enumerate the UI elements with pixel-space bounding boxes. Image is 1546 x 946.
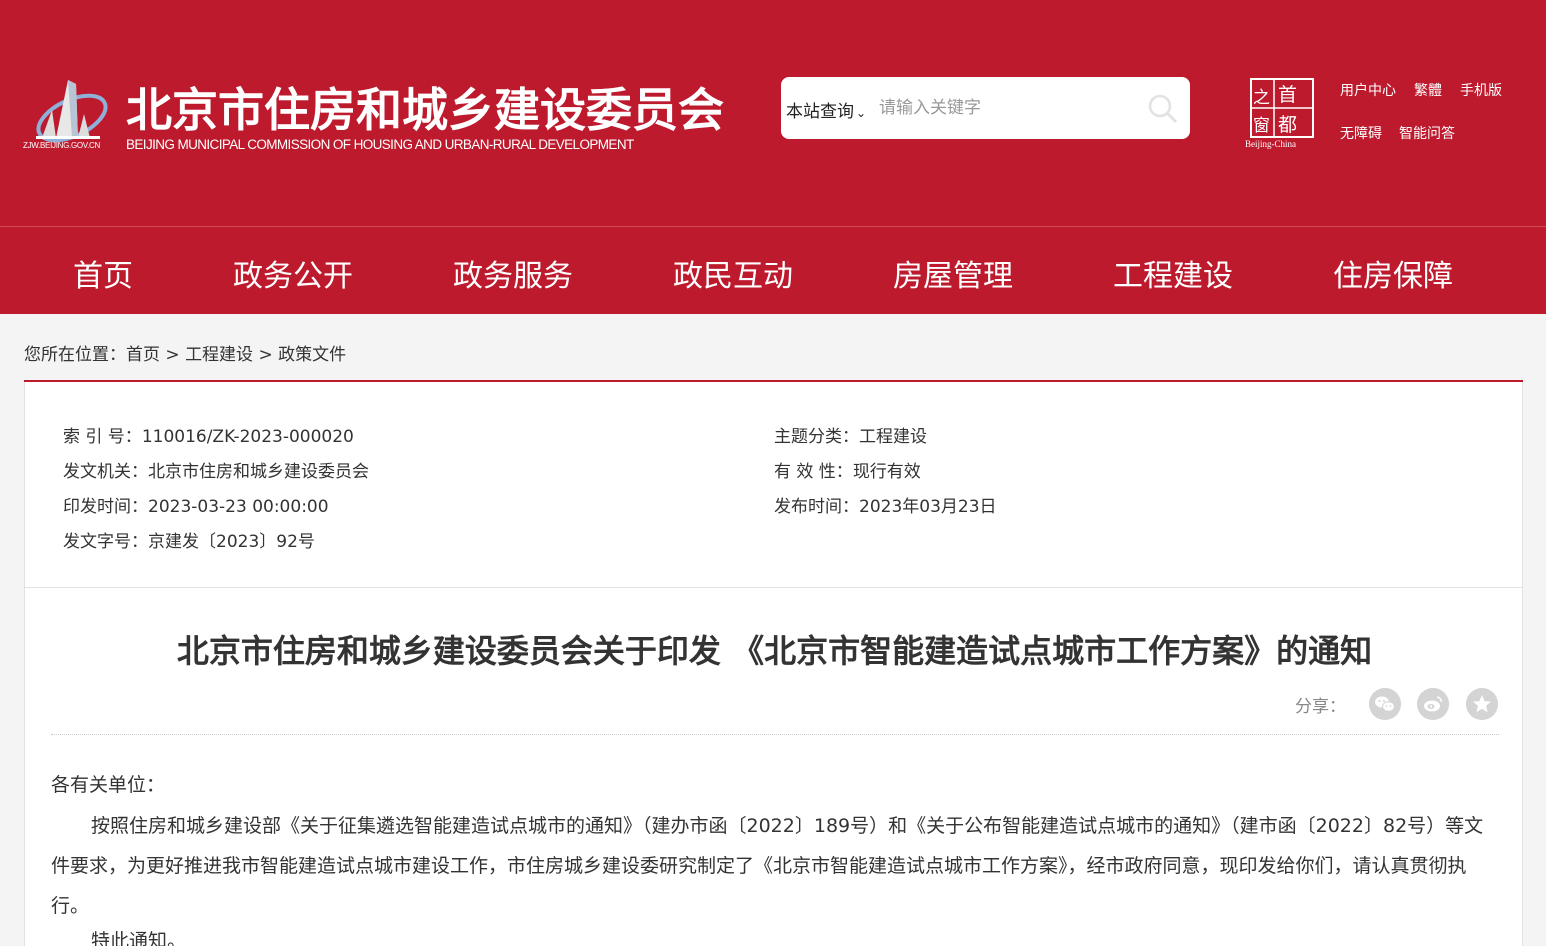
nav-item-housing-security[interactable]: 住房保障 <box>1333 251 1453 295</box>
search-icon[interactable] <box>1146 92 1180 126</box>
meta-value: 现行有效 <box>852 462 921 482</box>
meta-issuer: 发文机关：北京市住房和城乡建设委员会 <box>63 457 369 482</box>
favorite-icon[interactable] <box>1466 688 1498 720</box>
meta-validity: 有 效 性：现行有效 <box>774 457 921 482</box>
search-scope-select[interactable]: 本站查询 ⌄ <box>786 97 866 122</box>
capital-char-chuang: 窗 <box>1253 116 1270 136</box>
meta-label: 有 效 性： <box>774 462 853 482</box>
mobile-version-link[interactable]: 手机版 <box>1460 80 1502 100</box>
nav-item-gov-services[interactable]: 政务服务 <box>453 251 573 295</box>
breadcrumb-prefix: 您所在位置： <box>24 345 126 365</box>
nav-item-housing-management[interactable]: 房屋管理 <box>893 251 1013 295</box>
meta-label: 发文机关： <box>63 462 148 482</box>
search-box: 本站查询 ⌄ <box>781 77 1190 139</box>
nav-item-interaction[interactable]: 政民互动 <box>673 251 793 295</box>
accessibility-link[interactable]: 无障碍 <box>1340 123 1382 143</box>
nav-item-construction[interactable]: 工程建设 <box>1113 251 1233 295</box>
breadcrumb-separator: > <box>165 345 180 365</box>
breadcrumb-home-link[interactable]: 首页 <box>126 345 160 365</box>
breadcrumb-separator: > <box>258 345 273 365</box>
meta-label: 索 引 号： <box>63 427 142 447</box>
article-salutation: 各有关单位： <box>51 774 166 796</box>
meta-value: 110016/ZK-2023-000020 <box>141 427 354 447</box>
chevron-down-icon: ⌄ <box>856 106 867 120</box>
capital-char-du: 都 <box>1278 114 1297 136</box>
capital-logo-en: Beijing-China <box>1245 139 1296 149</box>
title-divider <box>51 734 1499 735</box>
wechat-icon[interactable] <box>1369 688 1401 720</box>
search-input[interactable] <box>879 91 1139 125</box>
user-center-link[interactable]: 用户中心 <box>1340 80 1396 100</box>
meta-value: 2023-03-23 00:00:00 <box>148 497 329 517</box>
article-title: 北京市住房和城乡建设委员会关于印发 《北京市智能建造试点城市工作方案》的通知 <box>176 632 1373 670</box>
meta-doc-number: 发文字号：京建发〔2023〕92号 <box>63 527 315 552</box>
document-meta-box: 索 引 号：110016/ZK-2023-000020 发文机关：北京市住房和城… <box>24 382 1523 588</box>
traditional-chinese-link[interactable]: 繁體 <box>1414 80 1442 100</box>
meta-value: 京建发〔2023〕92号 <box>148 532 315 552</box>
article-closing: 特此通知。 <box>91 930 187 946</box>
share-label: 分享： <box>1295 697 1346 717</box>
meta-print-time: 印发时间：2023-03-23 00:00:00 <box>63 492 329 517</box>
meta-label: 印发时间： <box>63 497 148 517</box>
search-scope-label: 本站查询 <box>786 102 854 122</box>
logo-url-text: ZJW.BEIJING.GOV.CN <box>23 141 100 150</box>
meta-value: 工程建设 <box>859 427 927 447</box>
meta-value: 2023年03月23日 <box>859 497 997 517</box>
weibo-icon[interactable] <box>1417 688 1449 720</box>
article-content: 北京市住房和城乡建设委员会关于印发 《北京市智能建造试点城市工作方案》的通知 分… <box>24 588 1523 946</box>
capital-char-zhi: 之 <box>1253 88 1270 108</box>
meta-index-number: 索 引 号：110016/ZK-2023-000020 <box>63 422 354 447</box>
site-title[interactable]: 北京市住房和城乡建设委员会 <box>126 74 724 140</box>
meta-topic: 主题分类：工程建设 <box>774 422 927 447</box>
meta-value: 北京市住房和城乡建设委员会 <box>148 462 369 482</box>
breadcrumb-current-link[interactable]: 政策文件 <box>278 345 346 365</box>
meta-label: 发布时间： <box>774 497 859 517</box>
breadcrumb: 您所在位置：首页 > 工程建设 > 政策文件 <box>24 340 346 365</box>
meta-label: 主题分类： <box>774 427 859 447</box>
meta-publish-time: 发布时间：2023年03月23日 <box>774 492 997 517</box>
meta-label: 发文字号： <box>63 532 148 552</box>
site-subtitle: BEIJING MUNICIPAL COMMISSION OF HOUSING … <box>126 137 634 152</box>
breadcrumb-section-link[interactable]: 工程建设 <box>185 345 253 365</box>
main-nav: 首页 政务公开 政务服务 政民互动 房屋管理 工程建设 住房保障 <box>0 226 1546 314</box>
smart-qa-link[interactable]: 智能问答 <box>1399 123 1455 143</box>
nav-item-home[interactable]: 首页 <box>73 251 133 295</box>
article-body-paragraph: 按照住房和城乡建设部《关于征集遴选智能建造试点城市的通知》（建办市函〔2022〕… <box>51 815 1484 917</box>
capital-char-shou: 首 <box>1278 84 1297 106</box>
nav-item-gov-affairs-open[interactable]: 政务公开 <box>233 251 353 295</box>
site-header: ZJW.BEIJING.GOV.CN 北京市住房和城乡建设委员会 BEIJING… <box>0 0 1546 226</box>
